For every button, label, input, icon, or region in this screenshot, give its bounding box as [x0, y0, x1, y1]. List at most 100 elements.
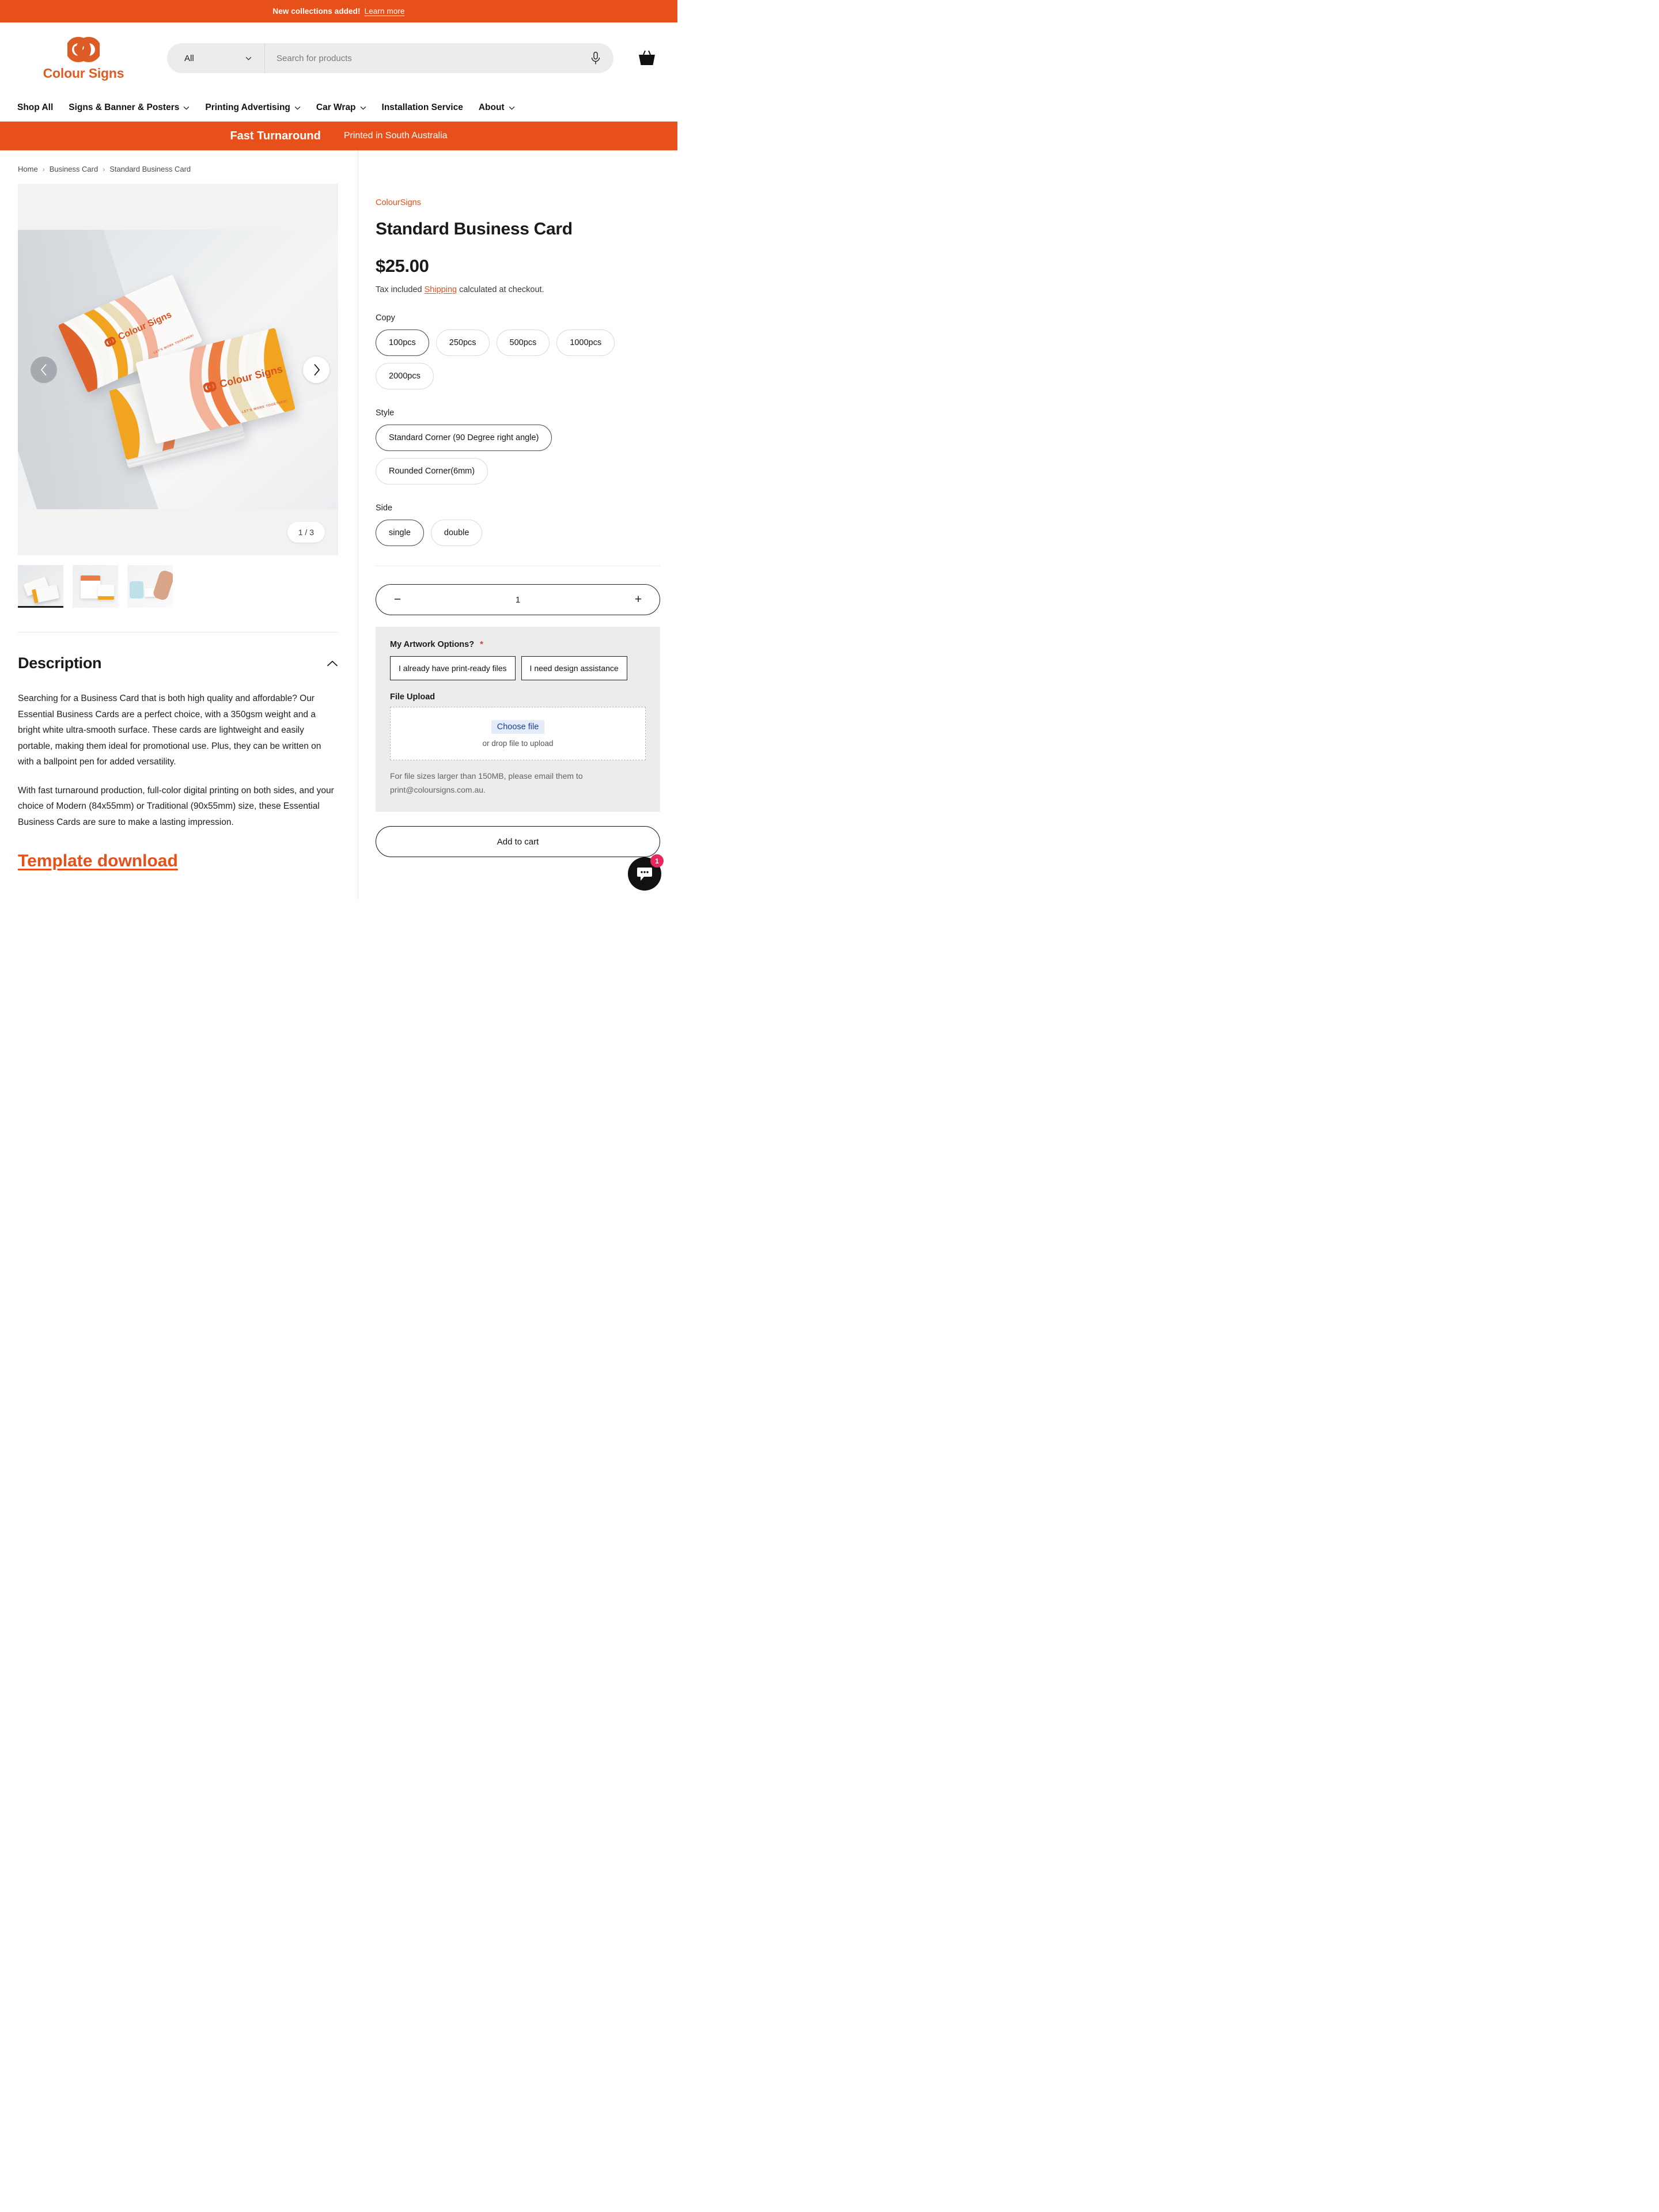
chevron-down-icon [509, 106, 514, 110]
breadcrumb-separator-icon: › [42, 165, 45, 173]
quantity-stepper: − 1 + [376, 584, 660, 615]
description-header[interactable]: Description [18, 632, 338, 672]
search-category-select[interactable]: All [167, 43, 265, 73]
nav-label: Signs & Banner & Posters [69, 103, 180, 112]
search-bar: All [167, 43, 613, 73]
option-values-copy: 100pcs 250pcs 500pcs 1000pcs 2000pcs [376, 329, 660, 389]
promo-strip: Fast Turnaround Printed in South Austral… [0, 122, 677, 150]
nav-item-signs-banner-posters[interactable]: Signs & Banner & Posters [69, 103, 190, 113]
description-paragraph-1: Searching for a Business Card that is bo… [18, 694, 321, 767]
required-asterisk: * [480, 639, 483, 649]
gallery-thumbnail-1[interactable] [18, 565, 63, 608]
product-title: Standard Business Card [376, 219, 573, 238]
microphone-icon[interactable] [590, 51, 601, 65]
artwork-choice-print-ready[interactable]: I already have print-ready files [390, 656, 516, 680]
option-side-single[interactable]: single [376, 520, 424, 546]
chevron-down-icon [245, 56, 252, 60]
chat-bubble-icon [637, 868, 652, 881]
site-header: Colour Signs All [0, 22, 677, 94]
description-paragraph-2: With fast turnaround production, full-co… [18, 785, 334, 828]
option-label-copy: Copy [376, 313, 395, 323]
nav-label: Car Wrap [316, 103, 356, 112]
gallery-thumbnail-2[interactable] [73, 565, 118, 608]
chevron-down-icon [360, 106, 366, 110]
product-image-main[interactable]: Colour Signs LET'S WORK TOGETHER! Colour… [18, 230, 338, 509]
nav-item-about[interactable]: About [479, 103, 515, 113]
cart-button[interactable] [634, 45, 660, 71]
option-copy-1000pcs[interactable]: 1000pcs [556, 329, 615, 356]
drop-file-hint: or drop file to upload [482, 738, 554, 748]
chat-unread-badge: 1 [650, 854, 664, 868]
option-copy-100pcs[interactable]: 100pcs [376, 329, 429, 356]
option-values-side: single double [376, 520, 660, 546]
option-side-double[interactable]: double [430, 520, 483, 546]
file-upload-label: File Upload [390, 692, 435, 702]
announcement-learn-more-link[interactable]: Learn more [365, 7, 405, 16]
product-media-column: Home › Business Card › Standard Business… [0, 150, 358, 899]
breadcrumb: Home › Business Card › Standard Business… [18, 150, 338, 184]
announcement-bar: New collections added! Learn more [0, 0, 677, 22]
chevron-right-icon [313, 363, 320, 376]
chevron-up-icon [327, 660, 338, 666]
checkout-note-text: calculated at checkout. [459, 285, 544, 294]
chevron-down-icon [184, 106, 190, 110]
description-heading: Description [18, 654, 102, 672]
option-copy-2000pcs[interactable]: 2000pcs [376, 363, 434, 389]
announcement-text: New collections added! [272, 7, 361, 16]
search-category-value: All [184, 53, 194, 63]
main-content: Home › Business Card › Standard Business… [0, 150, 677, 899]
site-logo[interactable]: Colour Signs [17, 36, 150, 81]
search-input[interactable] [276, 53, 590, 63]
breadcrumb-item-current: Standard Business Card [109, 165, 191, 173]
product-price: $25.00 [376, 256, 429, 276]
file-dropzone[interactable]: Choose file or drop file to upload [390, 707, 646, 760]
nav-item-installation-service[interactable]: Installation Service [382, 103, 463, 113]
nav-item-printing-advertising[interactable]: Printing Advertising [205, 103, 301, 113]
option-values-style: Standard Corner (90 Degree right angle) … [376, 425, 660, 484]
chat-widget-button[interactable]: 1 [628, 854, 664, 891]
option-copy-250pcs[interactable]: 250pcs [435, 329, 490, 356]
promo-secondary-text: Printed in South Australia [343, 131, 448, 141]
template-download-link[interactable]: Template download [18, 851, 178, 871]
product-vendor-link[interactable]: ColourSigns [376, 150, 660, 207]
breadcrumb-item-business-card[interactable]: Business Card [50, 165, 99, 173]
interlocking-rings-logo-icon [203, 381, 217, 393]
add-to-cart-button[interactable]: Add to cart [376, 826, 660, 858]
promo-primary-text: Fast Turnaround [230, 129, 321, 142]
option-group-side: Side single double [376, 503, 660, 546]
breadcrumb-separator-icon: › [103, 165, 105, 173]
breadcrumb-item-home[interactable]: Home [18, 165, 38, 173]
tax-included-text: Tax included [376, 285, 422, 294]
artwork-choice-row: I already have print-ready files I need … [390, 656, 646, 680]
site-logo-text: Colour Signs [43, 65, 124, 81]
nav-item-car-wrap[interactable]: Car Wrap [316, 103, 366, 113]
gallery-next-button[interactable] [303, 356, 329, 383]
option-group-copy: Copy 100pcs 250pcs 500pcs 1000pcs 2000pc… [376, 313, 660, 389]
product-page: New collections added! Learn more Colour… [0, 0, 677, 903]
option-copy-500pcs[interactable]: 500pcs [496, 329, 550, 356]
artwork-options-label-text: My Artwork Options? [390, 639, 475, 649]
quantity-increase-button[interactable]: + [631, 592, 646, 607]
thumbnail-image [73, 565, 118, 608]
gallery-thumbnail-3[interactable] [127, 565, 173, 608]
option-style-rounded-corner[interactable]: Rounded Corner(6mm) [376, 458, 488, 484]
shipping-policy-link[interactable]: Shipping [425, 285, 457, 294]
gallery-prev-button[interactable] [31, 356, 57, 383]
artwork-options-label: My Artwork Options? * [390, 639, 646, 649]
gallery-thumbnails [18, 565, 338, 608]
quantity-value[interactable]: 1 [516, 595, 520, 605]
chevron-left-icon [40, 363, 47, 376]
choose-file-button[interactable]: Choose file [491, 719, 545, 734]
nav-label: Printing Advertising [205, 103, 290, 112]
option-style-standard-corner[interactable]: Standard Corner (90 Degree right angle) [376, 425, 552, 451]
nav-label: Installation Service [381, 103, 463, 112]
description-body: Searching for a Business Card that is bo… [18, 672, 338, 871]
product-gallery: Colour Signs LET'S WORK TOGETHER! Colour… [18, 184, 338, 555]
artwork-choice-design-assistance[interactable]: I need design assistance [521, 656, 627, 680]
artwork-options-panel: My Artwork Options? * I already have pri… [376, 627, 660, 812]
nav-label: About [478, 103, 505, 112]
nav-item-shop-all[interactable]: Shop All [17, 103, 53, 113]
option-group-style: Style Standard Corner (90 Degree right a… [376, 408, 660, 484]
quantity-decrease-button[interactable]: − [390, 592, 405, 607]
thumbnail-image [127, 565, 173, 608]
